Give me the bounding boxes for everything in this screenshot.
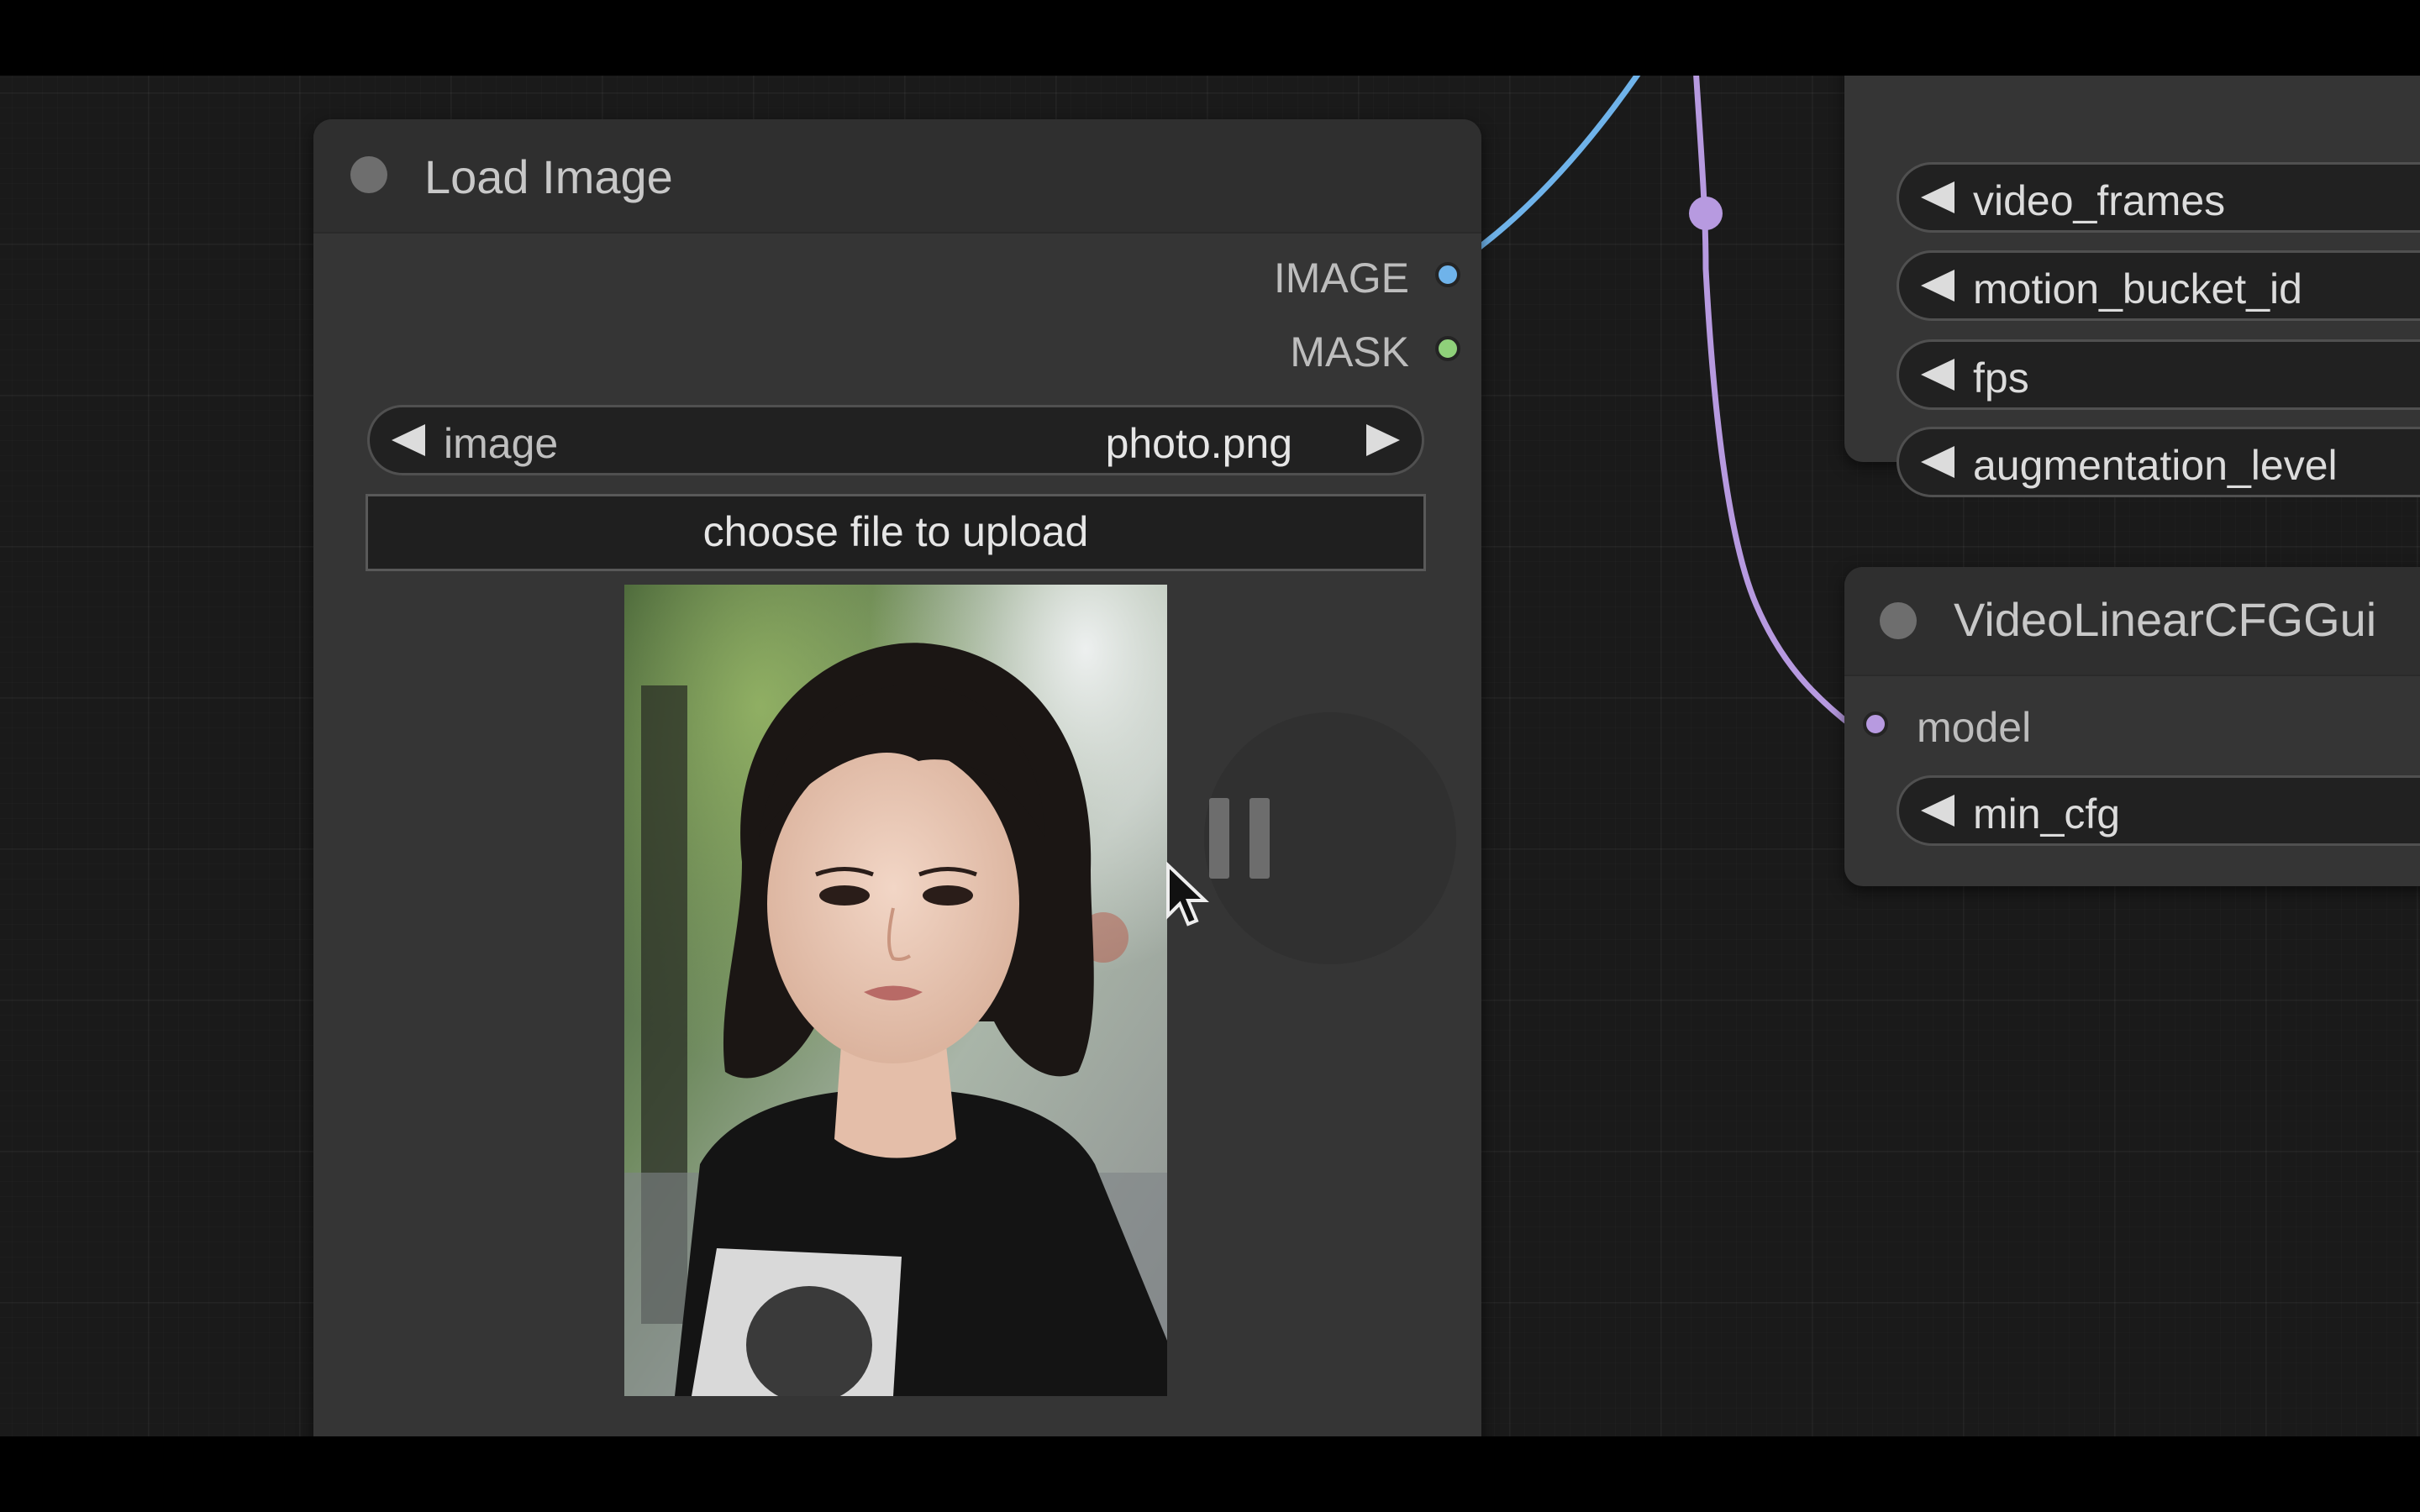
pause-icon[interactable]: [1204, 712, 1456, 964]
upload-button[interactable]: choose file to upload: [366, 494, 1426, 571]
letterbox-bottom: [0, 1436, 2420, 1512]
arrow-left-icon[interactable]: [1921, 270, 1954, 302]
node-collapse-dot[interactable]: [1880, 602, 1917, 639]
widget-label: fps: [1973, 354, 2029, 402]
load-image-node[interactable]: Load Image IMAGE MASK image photo.png ch…: [313, 119, 1481, 1436]
input-widget-fps[interactable]: fps: [1897, 339, 2420, 410]
widget-value: photo.png: [1105, 420, 1292, 467]
mouse-pointer-icon: [1166, 862, 1209, 927]
svd-conditioning-node[interactable]: video_frames motion_bucket_id fps augmen…: [1844, 76, 2420, 497]
widget-label: video_frames: [1973, 177, 2226, 224]
node-title: Load Image: [424, 150, 673, 203]
video-linear-cfg-node[interactable]: VideoLinearCFGGui model min_cfg: [1844, 567, 2420, 886]
min-cfg-widget[interactable]: min_cfg: [1897, 775, 2420, 846]
output-slot-image[interactable]: [1435, 262, 1460, 287]
portrait-photo: [624, 585, 1167, 1396]
widget-label: motion_bucket_id: [1973, 265, 2302, 312]
preview-pause-overlay[interactable]: [1204, 712, 1456, 964]
arrow-left-icon[interactable]: [1921, 446, 1954, 478]
output-label-image: IMAGE: [1273, 255, 1409, 302]
arrow-right-icon[interactable]: [1366, 424, 1400, 456]
output-label-mask: MASK: [1290, 328, 1409, 375]
widget-label: image: [444, 420, 559, 467]
output-slot-mask[interactable]: [1435, 336, 1460, 361]
pause-bar-right: [1249, 798, 1270, 879]
image-combo-widget[interactable]: image photo.png: [367, 405, 1424, 475]
node-collapse-dot[interactable]: [350, 156, 387, 193]
arrow-left-icon[interactable]: [392, 424, 425, 456]
letterbox-top: [0, 0, 2420, 76]
model-link-reroute-dot: [1689, 197, 1723, 230]
node-graph-canvas[interactable]: Load Image IMAGE MASK image photo.png ch…: [0, 76, 2420, 1436]
widget-label: min_cfg: [1973, 790, 2121, 837]
widget-label: augmentation_level: [1973, 442, 2338, 489]
arrow-left-icon[interactable]: [1921, 359, 1954, 391]
input-label-model: model: [1917, 704, 2032, 751]
image-preview: [624, 585, 1167, 1396]
input-widget-motion-bucket-id[interactable]: motion_bucket_id: [1897, 250, 2420, 321]
input-widget-augmentation-level[interactable]: augmentation_level: [1897, 427, 2420, 497]
input-widget-video-frames[interactable]: video_frames: [1897, 162, 2420, 233]
model-link: [1693, 76, 1855, 729]
arrow-left-icon[interactable]: [1921, 795, 1954, 827]
node-title: VideoLinearCFGGui: [1954, 593, 2377, 646]
input-slot-model[interactable]: [1863, 711, 1888, 737]
arrow-left-icon[interactable]: [1921, 181, 1954, 213]
